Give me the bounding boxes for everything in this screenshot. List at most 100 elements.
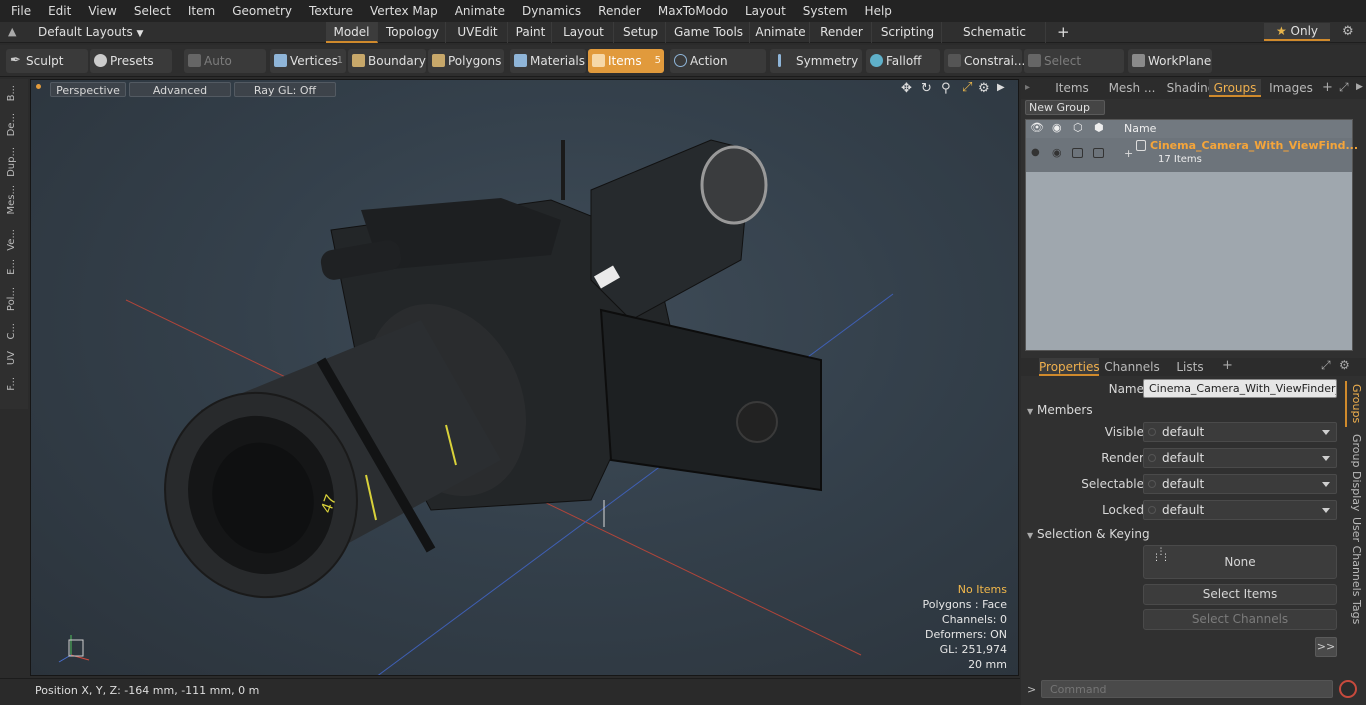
polygons-button[interactable]: Polygons <box>428 49 504 73</box>
add-panel-tab-icon[interactable]: + <box>1322 80 1333 95</box>
layout-gear-icon[interactable]: ⚙ <box>1342 24 1354 39</box>
left-tab-mesh[interactable]: Mes... <box>6 185 17 215</box>
materials-button[interactable]: Materials <box>510 49 586 73</box>
expand-icon[interactable]: + <box>1124 147 1133 160</box>
name-column-header[interactable]: Name <box>1124 122 1156 135</box>
row-select-checkbox[interactable] <box>1093 148 1104 158</box>
visible-dropdown[interactable]: default <box>1143 422 1337 442</box>
group-list-scrollbar[interactable] <box>1345 138 1351 348</box>
3d-viewport[interactable]: Perspective Advanced Ray GL: Off ✥ ↻ ⚲ ⤢… <box>30 79 1019 676</box>
layout-menu-icon[interactable]: ▲ <box>8 25 16 38</box>
name-field[interactable]: Cinema_Camera_With_ViewFinder_CD <box>1143 379 1337 398</box>
side-tab-user-channels[interactable]: User Channels <box>1345 517 1363 597</box>
side-tab-groups[interactable]: Groups <box>1345 381 1363 427</box>
tab-model[interactable]: Model <box>326 22 378 43</box>
group-row[interactable]: ● ◉ + Cinema_Camera_With_ViewFind... 17 … <box>1026 138 1358 172</box>
tab-schematic-fusion[interactable]: Schematic Fusion <box>944 22 1046 60</box>
menu-select[interactable]: Select <box>123 0 177 22</box>
left-tab-uv[interactable]: UV <box>6 351 17 365</box>
sculpt-button[interactable]: ✒ Sculpt <box>6 49 88 73</box>
side-tab-tags[interactable]: Tags <box>1345 599 1363 625</box>
left-tab-fusion[interactable]: F... <box>6 377 17 391</box>
tab-render[interactable]: Render <box>812 22 872 43</box>
action-center-button[interactable]: Action Center <box>670 49 766 92</box>
left-tab-vertex[interactable]: Ve... <box>6 229 17 251</box>
left-tab-deform[interactable]: De... <box>6 113 17 136</box>
menu-file[interactable]: File <box>0 0 37 22</box>
keying-none-button[interactable]: ⋮ ⋮⋮ None <box>1143 545 1337 579</box>
right-tab-grip-icon[interactable]: ▸ <box>1025 82 1030 93</box>
tab-mesh[interactable]: Mesh ... <box>1103 79 1161 97</box>
only-toggle[interactable]: ★ Only <box>1264 23 1330 41</box>
eye-column-icon[interactable]: 👁 <box>1030 121 1044 134</box>
presets-button[interactable]: Presets <box>90 49 172 73</box>
menu-dynamics[interactable]: Dynamics <box>511 0 587 22</box>
panel-more-icon[interactable]: ▶ <box>1356 82 1363 92</box>
more-button[interactable]: >> <box>1315 637 1337 657</box>
row-render-icon[interactable]: ◉ <box>1052 146 1062 159</box>
tab-items[interactable]: Items <box>1043 79 1101 97</box>
menu-edit[interactable]: Edit <box>37 0 77 22</box>
symmetry-button[interactable]: Symmetry <box>770 49 862 73</box>
auto-select-button[interactable]: Auto Select <box>184 49 266 92</box>
row-lock-checkbox[interactable] <box>1072 148 1083 158</box>
menu-vertex-map[interactable]: Vertex Map <box>359 0 444 22</box>
tab-paint[interactable]: Paint <box>510 22 552 43</box>
tab-images[interactable]: Images <box>1265 79 1317 97</box>
menu-maxtomodo[interactable]: MaxToModo <box>647 0 734 22</box>
tab-topology[interactable]: Topology <box>380 22 446 43</box>
left-tab-curve[interactable]: C... <box>6 323 17 340</box>
menu-view[interactable]: View <box>77 0 122 22</box>
tab-properties[interactable]: Properties <box>1039 358 1100 376</box>
tab-channels[interactable]: Channels <box>1103 358 1161 376</box>
render-column-icon[interactable]: ◉ <box>1052 121 1062 134</box>
add-tab-icon[interactable]: + <box>1057 23 1070 41</box>
render-dropdown[interactable]: default <box>1143 448 1337 468</box>
workplane-button[interactable]: WorkPlane <box>1128 49 1212 73</box>
boundary-button[interactable]: Boundary <box>348 49 426 73</box>
menu-animate[interactable]: Animate <box>444 0 511 22</box>
select-through-button[interactable]: Select Through <box>1024 49 1124 92</box>
default-layouts-dropdown[interactable]: Default Layouts ▼ <box>38 25 143 39</box>
selectable-dropdown[interactable]: default <box>1143 474 1337 494</box>
left-tab-duplicate[interactable]: Dup... <box>6 147 17 177</box>
tab-setup[interactable]: Setup <box>616 22 666 43</box>
selection-keying-section[interactable]: ▼ Selection & Keying <box>1027 527 1150 541</box>
panel-expand-icon[interactable]: ⤢ <box>1339 80 1349 95</box>
row-eye-icon[interactable]: ● <box>1031 147 1040 158</box>
tab-game-tools[interactable]: Game Tools <box>668 22 750 43</box>
new-group-button[interactable]: New Group <box>1025 100 1105 115</box>
menu-help[interactable]: Help <box>854 0 898 22</box>
vertices-button[interactable]: Vertices 1 <box>270 49 346 73</box>
left-tab-edge[interactable]: E... <box>6 259 17 275</box>
lock-column-icon[interactable]: ⬡ <box>1073 121 1083 134</box>
left-tab-polygon[interactable]: Pol... <box>6 287 17 311</box>
members-section[interactable]: ▼ Members <box>1027 403 1093 417</box>
menu-layout[interactable]: Layout <box>734 0 792 22</box>
tab-uvedit[interactable]: UVEdit <box>448 22 508 43</box>
command-input[interactable] <box>1041 680 1333 698</box>
tab-animate[interactable]: Animate <box>752 22 810 43</box>
left-tab-basic[interactable]: B... <box>6 85 17 101</box>
menu-system[interactable]: System <box>792 0 854 22</box>
group-list[interactable]: 👁 ◉ ⬡ ⬢ Name ● ◉ + Cinema_Camera_With_Vi… <box>1025 119 1358 351</box>
tab-lists[interactable]: Lists <box>1165 358 1215 376</box>
select-column-icon[interactable]: ⬢ <box>1094 121 1104 134</box>
add-props-tab-icon[interactable]: + <box>1222 358 1233 373</box>
constraints-button[interactable]: Constrai... <box>944 49 1025 73</box>
props-expand-icon[interactable]: ⤢ <box>1321 358 1331 373</box>
tab-scripting[interactable]: Scripting <box>874 22 942 43</box>
select-items-button[interactable]: Select Items <box>1143 584 1337 605</box>
menu-geometry[interactable]: Geometry <box>221 0 298 22</box>
props-gear-icon[interactable]: ⚙ <box>1339 358 1350 372</box>
tab-groups[interactable]: Groups <box>1209 79 1261 97</box>
locked-dropdown[interactable]: default <box>1143 500 1337 520</box>
record-icon[interactable] <box>1339 680 1357 698</box>
falloff-button[interactable]: Falloff <box>866 49 940 73</box>
menu-item[interactable]: Item <box>177 0 221 22</box>
side-tab-group-display[interactable]: Group Display <box>1345 433 1363 513</box>
select-channels-button[interactable]: Select Channels <box>1143 609 1337 630</box>
menu-render[interactable]: Render <box>587 0 647 22</box>
menu-texture[interactable]: Texture <box>298 0 359 22</box>
tab-layout[interactable]: Layout <box>554 22 614 43</box>
